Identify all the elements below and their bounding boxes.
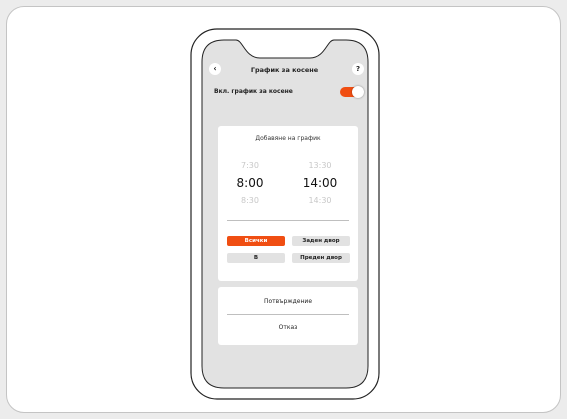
divider: [227, 220, 349, 221]
zone-chip-v[interactable]: В: [227, 253, 285, 263]
confirm-button[interactable]: Потвърждение: [218, 298, 358, 305]
start-time-selected[interactable]: 8:00: [230, 176, 270, 190]
cancel-button[interactable]: Отказ: [218, 324, 358, 331]
help-button[interactable]: ?: [352, 63, 364, 75]
schedule-toggle-label: Вкл. график за косене: [214, 88, 293, 95]
end-time-option[interactable]: 13:30: [300, 161, 340, 170]
zone-chip-front-yard[interactable]: Преден двор: [292, 253, 350, 263]
question-mark-icon: ?: [355, 64, 361, 73]
schedule-toggle[interactable]: [340, 86, 364, 98]
zone-chip-all[interactable]: Всички: [227, 236, 285, 246]
action-panel: Потвърждение Отказ: [218, 287, 358, 345]
start-time-option[interactable]: 8:30: [230, 196, 270, 205]
zone-chip-back-yard[interactable]: Заден двор: [292, 236, 350, 246]
add-schedule-title: Добавяне на график: [255, 135, 321, 142]
add-schedule-panel: Добавяне на график 7:30 8:00 8:30 13:30 …: [218, 126, 358, 281]
start-time-option[interactable]: 7:30: [230, 161, 270, 170]
divider: [227, 314, 349, 315]
app-screen: ‹ График за косене ? Вкл. график за косе…: [202, 58, 367, 374]
screen-title: График за косене: [250, 66, 319, 74]
end-time-selected[interactable]: 14:00: [300, 176, 340, 190]
end-time-option[interactable]: 14:30: [300, 196, 340, 205]
toggle-knob: [352, 86, 364, 98]
schedule-toggle-row: Вкл. график за косене: [210, 84, 364, 100]
